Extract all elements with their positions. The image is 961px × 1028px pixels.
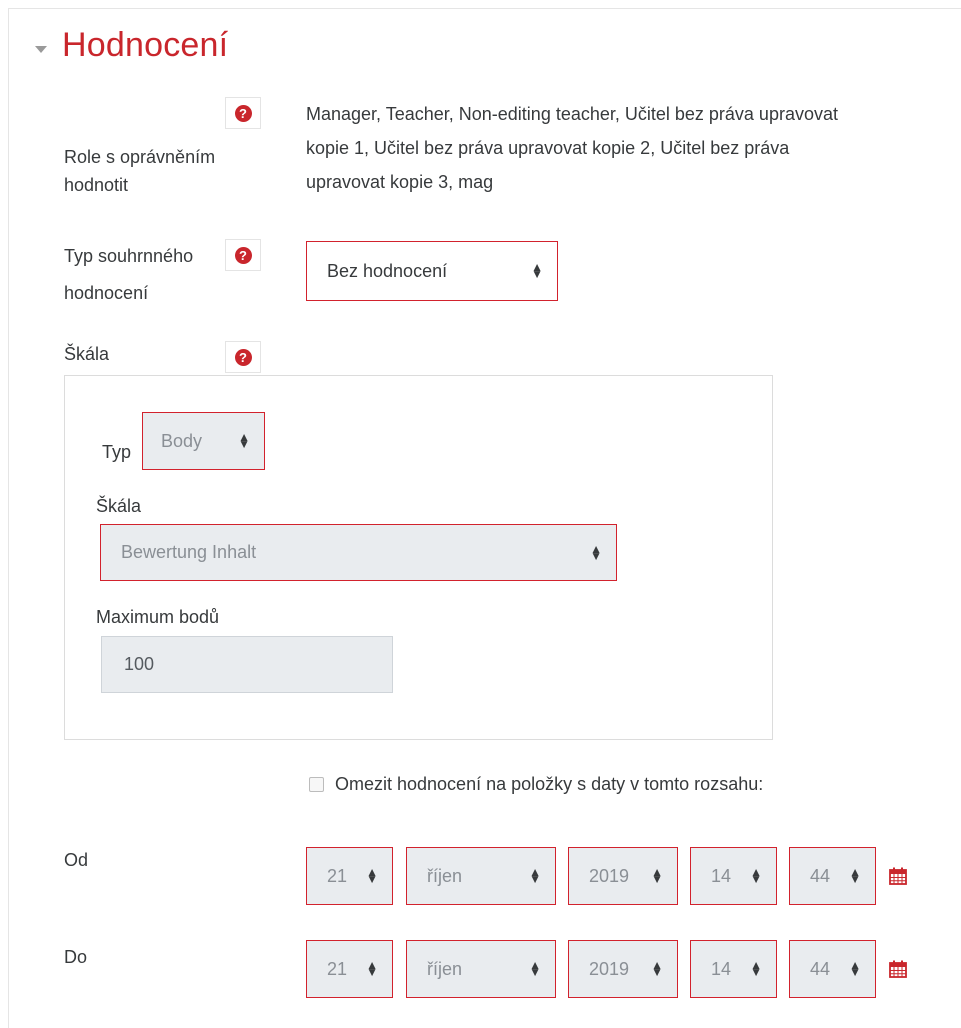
help-scale-icon[interactable]: ? bbox=[225, 341, 261, 373]
scale-name-label: Škála bbox=[96, 496, 142, 516]
scale-type-select[interactable]: Body ▲ ▼ bbox=[142, 412, 265, 470]
grading-roles-line: upravovat kopie 3, mag bbox=[306, 172, 494, 192]
select-arrows-icon: ▲ ▼ bbox=[529, 958, 541, 979]
select-arrows-icon: ▲ ▼ bbox=[750, 865, 762, 886]
select-arrows-icon: ▲ ▼ bbox=[750, 958, 762, 979]
from-day-value: 21 bbox=[327, 865, 348, 886]
select-arrows-icon: ▲ ▼ bbox=[651, 958, 663, 979]
collapse-toggle-icon[interactable] bbox=[30, 38, 52, 60]
select-arrows-icon: ▲ ▼ bbox=[849, 958, 861, 979]
grading-roles-line: kopie 1, Učitel bez práva upravovat kopi… bbox=[306, 138, 790, 158]
scale-type-label: Typ bbox=[102, 442, 132, 462]
select-arrows-icon: ▲ ▼ bbox=[529, 865, 541, 886]
aggregate-select[interactable]: Bez hodnocení ▲ ▼ bbox=[306, 241, 558, 301]
restrict-dates-checkbox[interactable] bbox=[309, 777, 324, 792]
max-points-label: Maximum bodů bbox=[96, 607, 220, 627]
to-hour-value: 14 bbox=[711, 958, 732, 979]
help-aggregate-icon[interactable]: ? bbox=[225, 239, 261, 271]
to-calendar-icon[interactable] bbox=[888, 959, 908, 979]
select-arrows-icon: ▲ ▼ bbox=[651, 865, 663, 886]
grading-roles-line: Manager, Teacher, Non-editing teacher, U… bbox=[306, 104, 838, 124]
from-month-value: říjen bbox=[427, 865, 463, 886]
max-points-input[interactable]: 100 bbox=[101, 636, 393, 693]
from-minute-value: 44 bbox=[810, 865, 831, 886]
to-year-select[interactable]: 2019 ▲ ▼ bbox=[568, 940, 678, 998]
aggregate-label-line1: Typ souhrnného bbox=[64, 246, 194, 266]
from-month-select[interactable]: říjen ▲ ▼ bbox=[406, 847, 556, 905]
scale-label: Škála bbox=[64, 344, 110, 364]
from-label: Od bbox=[64, 850, 89, 870]
to-label: Do bbox=[64, 947, 88, 967]
to-month-select[interactable]: říjen ▲ ▼ bbox=[406, 940, 556, 998]
scale-type-selected: Body bbox=[161, 430, 203, 451]
select-arrows-icon: ▲ ▼ bbox=[238, 430, 250, 451]
select-arrows-icon: ▲ ▼ bbox=[590, 541, 602, 563]
select-arrows-icon: ▲ ▼ bbox=[366, 865, 378, 886]
from-hour-select[interactable]: 14 ▲ ▼ bbox=[690, 847, 777, 905]
to-year-value: 2019 bbox=[589, 958, 630, 979]
from-year-select[interactable]: 2019 ▲ ▼ bbox=[568, 847, 678, 905]
scale-name-select[interactable]: Bewertung Inhalt ▲ ▼ bbox=[100, 524, 617, 581]
from-year-value: 2019 bbox=[589, 865, 630, 886]
to-hour-select[interactable]: 14 ▲ ▼ bbox=[690, 940, 777, 998]
section-title[interactable]: Hodnocení bbox=[62, 26, 228, 65]
scale-name-selected: Bewertung Inhalt bbox=[121, 542, 257, 562]
grading-roles-label: Role s oprávněním hodnotit bbox=[64, 147, 216, 195]
grading-roles-value: Manager, Teacher, Non-editing teacher, U… bbox=[306, 97, 961, 199]
aggregate-label-line2: hodnocení bbox=[64, 283, 149, 303]
help-grading-roles-icon[interactable]: ? bbox=[225, 97, 261, 129]
to-day-select[interactable]: 21 ▲ ▼ bbox=[306, 940, 393, 998]
from-minute-select[interactable]: 44 ▲ ▼ bbox=[789, 847, 876, 905]
to-minute-select[interactable]: 44 ▲ ▼ bbox=[789, 940, 876, 998]
select-arrows-icon: ▲ ▼ bbox=[849, 865, 861, 886]
restrict-dates-label[interactable]: Omezit hodnocení na položky s daty v tom… bbox=[335, 770, 763, 798]
from-calendar-icon[interactable] bbox=[888, 866, 908, 886]
select-arrows-icon: ▲ ▼ bbox=[531, 260, 543, 281]
select-arrows-icon: ▲ ▼ bbox=[366, 958, 378, 979]
from-day-select[interactable]: 21 ▲ ▼ bbox=[306, 847, 393, 905]
aggregate-selected: Bez hodnocení bbox=[327, 260, 448, 281]
to-month-value: říjen bbox=[427, 958, 463, 979]
to-day-value: 21 bbox=[327, 958, 348, 979]
from-hour-value: 14 bbox=[711, 865, 732, 886]
to-minute-value: 44 bbox=[810, 958, 831, 979]
